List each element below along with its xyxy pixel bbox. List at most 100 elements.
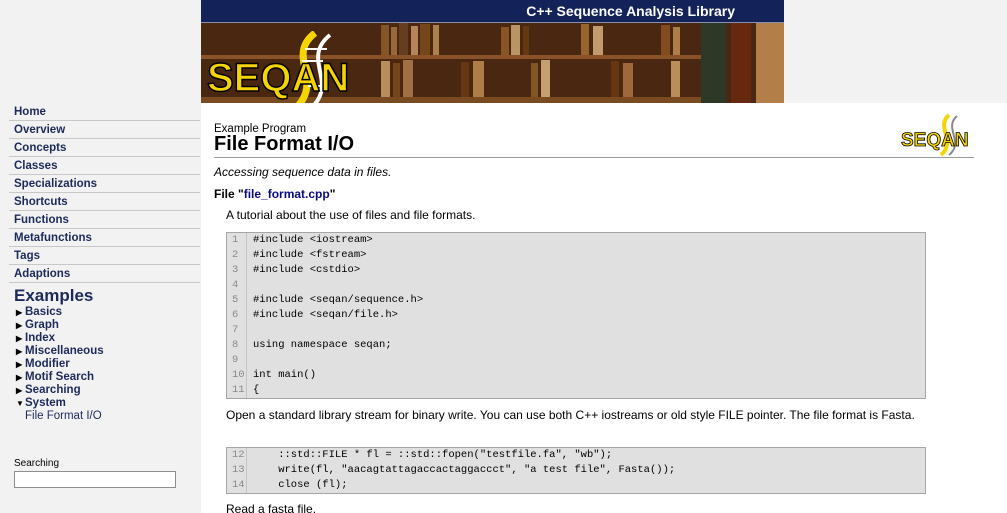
code-text: close (fl);: [253, 479, 348, 491]
sidebar-item-concepts[interactable]: Concepts: [9, 139, 200, 157]
file-suffix: ": [329, 187, 336, 201]
example-item-miscellaneous[interactable]: ▶ Miscellaneous: [16, 345, 200, 358]
page-title: File Format I/O: [214, 133, 355, 155]
example-item-index[interactable]: ▶ Index: [16, 332, 200, 345]
line-number: 7: [227, 323, 247, 338]
line-number: 14: [227, 478, 247, 493]
code-line: 7: [227, 323, 925, 338]
line-number: 9: [227, 353, 247, 368]
line-number: 13: [227, 463, 247, 478]
code-line: 8 using namespace seqan;: [227, 338, 925, 353]
sidebar-item-functions[interactable]: Functions: [9, 211, 200, 229]
sidebar-item-adaptions[interactable]: Adaptions: [9, 265, 200, 283]
file-heading: File "file_format.cpp": [214, 187, 335, 201]
code-line: 14 close (fl);: [227, 478, 925, 493]
sidebar-item-home[interactable]: Home: [9, 103, 200, 121]
example-subitem-file-format-io[interactable]: File Format I/O: [25, 410, 200, 423]
example-item-modifier[interactable]: ▶ Modifier: [16, 358, 200, 371]
tutorial-paragraph-1: A tutorial about the use of files and fi…: [226, 208, 476, 222]
code-line: 12 ::std::FILE * fl = ::std::fopen("test…: [227, 448, 925, 463]
sidebar-item-specializations[interactable]: Specializations: [9, 175, 200, 193]
code-line: 3 #include <cstdio>: [227, 263, 925, 278]
example-item-label: Searching: [25, 384, 81, 396]
seqan-logo[interactable]: SEQAN: [205, 30, 375, 103]
example-item-label: Index: [25, 332, 56, 344]
triangle-right-icon[interactable]: ▶: [16, 345, 25, 358]
examples-heading: Examples: [14, 286, 94, 305]
file-link[interactable]: file_format.cpp: [244, 187, 330, 201]
sidebar-nav: Home Overview Concepts Classes Specializatio…: [0, 103, 200, 283]
tutorial-paragraph-3: Read a fasta file.: [226, 502, 317, 513]
code-text: using namespace seqan;: [253, 339, 392, 351]
code-line: 11 {: [227, 383, 925, 398]
code-text: {: [253, 384, 260, 396]
code-line: 5 #include <seqan/sequence.h>: [227, 293, 925, 308]
example-item-label: Graph: [25, 319, 59, 331]
code-text: #include <cstdio>: [253, 264, 361, 276]
search-input[interactable]: [14, 471, 176, 488]
code-line: 4: [227, 278, 925, 293]
example-item-label: System: [25, 397, 66, 409]
example-item-label: Motif Search: [25, 371, 95, 383]
code-block-1: 1 #include <iostream> 2 #include <fstream> 3…: [226, 232, 926, 399]
code-text: #include <seqan/file.h>: [253, 309, 398, 321]
search-label: Searching: [14, 458, 60, 469]
code-line: 10 int main(): [227, 368, 925, 383]
sidebar-item-classes[interactable]: Classes: [9, 157, 200, 175]
example-item-label: Basics: [25, 306, 63, 318]
code-text: #include <iostream>: [253, 234, 373, 246]
examples-list: ▶ Basics ▶ Graph ▶ Index ▶ Miscellaneous ▶ Modifi…: [0, 306, 200, 423]
line-number: 3: [227, 263, 247, 278]
code-text: #include <fstream>: [253, 249, 367, 261]
example-item-searching[interactable]: ▶ Searching: [16, 384, 200, 397]
sidebar-item-tags[interactable]: Tags: [9, 247, 200, 265]
code-text: int main(): [253, 369, 317, 381]
code-text: #include <seqan/sequence.h>: [253, 294, 424, 306]
sidebar-item-shortcuts[interactable]: Shortcuts: [9, 193, 200, 211]
code-line: 1 #include <iostream>: [227, 233, 925, 248]
line-number: 1: [227, 233, 247, 248]
file-prefix: File ": [214, 187, 244, 201]
triangle-right-icon[interactable]: ▶: [16, 384, 25, 397]
page-intro: Accessing sequence data in files.: [214, 165, 392, 179]
triangle-right-icon[interactable]: ▶: [16, 306, 25, 319]
code-text: write(fl, "aacagtattagaccactaggaccct", "…: [253, 464, 676, 476]
tutorial-paragraph-2: Open a standard library stream for binar…: [226, 408, 915, 422]
code-text: ::std::FILE * fl = ::std::fopen("testfil…: [253, 449, 613, 461]
line-number: 10: [227, 368, 247, 383]
triangle-down-icon[interactable]: ▼: [16, 397, 25, 410]
svg-text:SEQAN: SEQAN: [901, 130, 969, 151]
code-line: 2 #include <fstream>: [227, 248, 925, 263]
example-item-motif-search[interactable]: ▶ Motif Search: [16, 371, 200, 384]
code-line: 13 write(fl, "aacagtattagaccactaggaccct"…: [227, 463, 925, 478]
svg-text:SEQAN: SEQAN: [207, 56, 349, 100]
line-number: 2: [227, 248, 247, 263]
example-item-basics[interactable]: ▶ Basics: [16, 306, 200, 319]
sidebar-item-metafunctions[interactable]: Metafunctions: [9, 229, 200, 247]
banner-library-image: SEQAN: [201, 23, 784, 103]
header-banner: C++ Sequence Analysis Library SEQAN: [201, 0, 784, 103]
triangle-right-icon[interactable]: ▶: [16, 371, 25, 384]
line-number: 5: [227, 293, 247, 308]
line-number: 6: [227, 308, 247, 323]
triangle-right-icon[interactable]: ▶: [16, 319, 25, 332]
example-item-label: Modifier: [25, 358, 70, 370]
sidebar: Home Overview Concepts Classes Specializatio…: [0, 103, 200, 513]
line-number: 4: [227, 278, 247, 293]
triangle-right-icon[interactable]: ▶: [16, 358, 25, 371]
triangle-right-icon[interactable]: ▶: [16, 332, 25, 345]
example-item-graph[interactable]: ▶ Graph: [16, 319, 200, 332]
main-content: Example Program File Format I/O SEQAN Ac…: [201, 103, 1007, 513]
line-number: 8: [227, 338, 247, 353]
code-block-2: 12 ::std::FILE * fl = ::std::fopen("test…: [226, 447, 926, 494]
code-line: 6 #include <seqan/file.h>: [227, 308, 925, 323]
title-divider: [214, 157, 974, 158]
example-item-system[interactable]: ▼System: [16, 397, 200, 410]
banner-title: C++ Sequence Analysis Library: [526, 3, 735, 19]
line-number: 12: [227, 448, 247, 463]
banner-title-bar: C++ Sequence Analysis Library: [201, 0, 784, 23]
example-item-label: Miscellaneous: [25, 345, 104, 357]
seqan-small-logo: SEQAN: [899, 113, 973, 157]
line-number: 11: [227, 383, 247, 398]
sidebar-item-overview[interactable]: Overview: [9, 121, 200, 139]
